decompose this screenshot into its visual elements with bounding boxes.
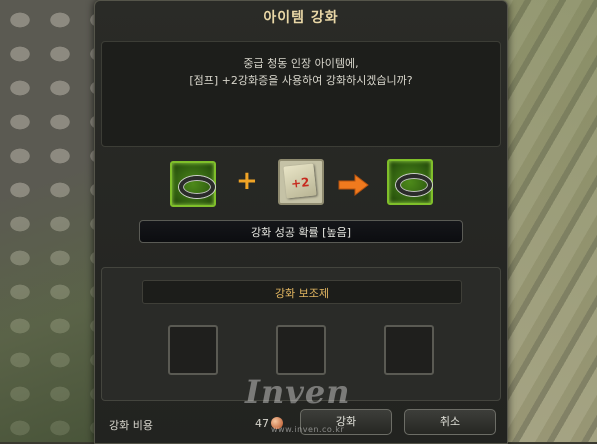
assist-slot-1[interactable] (168, 325, 218, 375)
result-item-slot[interactable] (387, 159, 433, 205)
message-box: 중급 청동 인장 아이템에, [점프] +2강화증을 사용하여 강화하시겠습니까… (101, 41, 501, 147)
watermark-logo: Inven (245, 373, 351, 411)
cost-label: 강화 비용 (109, 419, 153, 432)
message-line-1: 중급 청동 인장 아이템에, (243, 57, 359, 70)
success-rate-text: 강화 성공 확률 [높음] (250, 226, 352, 239)
watermark-url: www.inven.co.kr (271, 425, 345, 434)
item-enhance-dialog: 아이템 강화 중급 청동 인장 아이템에, [점프] +2강화증을 사용하여 강… (94, 0, 508, 444)
ring-icon (179, 176, 215, 198)
ring-icon (396, 174, 432, 196)
cost-value: 47 (255, 417, 269, 430)
source-item-slot[interactable] (170, 161, 216, 207)
cancel-button[interactable]: 취소 (404, 409, 496, 435)
assist-slot-3[interactable] (384, 325, 434, 375)
plus-icon: + (236, 166, 258, 196)
arrow-right-icon (338, 173, 369, 197)
assist-title: 강화 보조제 (274, 287, 330, 300)
scroll-label: +2 (290, 175, 311, 191)
message-line-2: [점프] +2강화증을 사용하여 강화하시겠습니까? (189, 74, 413, 87)
background-stairs (497, 0, 597, 442)
enhance-scroll-slot[interactable]: +2 (278, 159, 324, 205)
assist-header: 강화 보조제 (142, 280, 462, 304)
message-text: 중급 청동 인장 아이템에, [점프] +2강화증을 사용하여 강화하시겠습니까… (102, 55, 500, 89)
enhance-scroll-icon: +2 (283, 163, 317, 199)
dialog-title: 아이템 강화 (263, 10, 339, 26)
success-rate-bar: 강화 성공 확률 [높음] (139, 220, 463, 243)
assist-slot-2[interactable] (276, 325, 326, 375)
